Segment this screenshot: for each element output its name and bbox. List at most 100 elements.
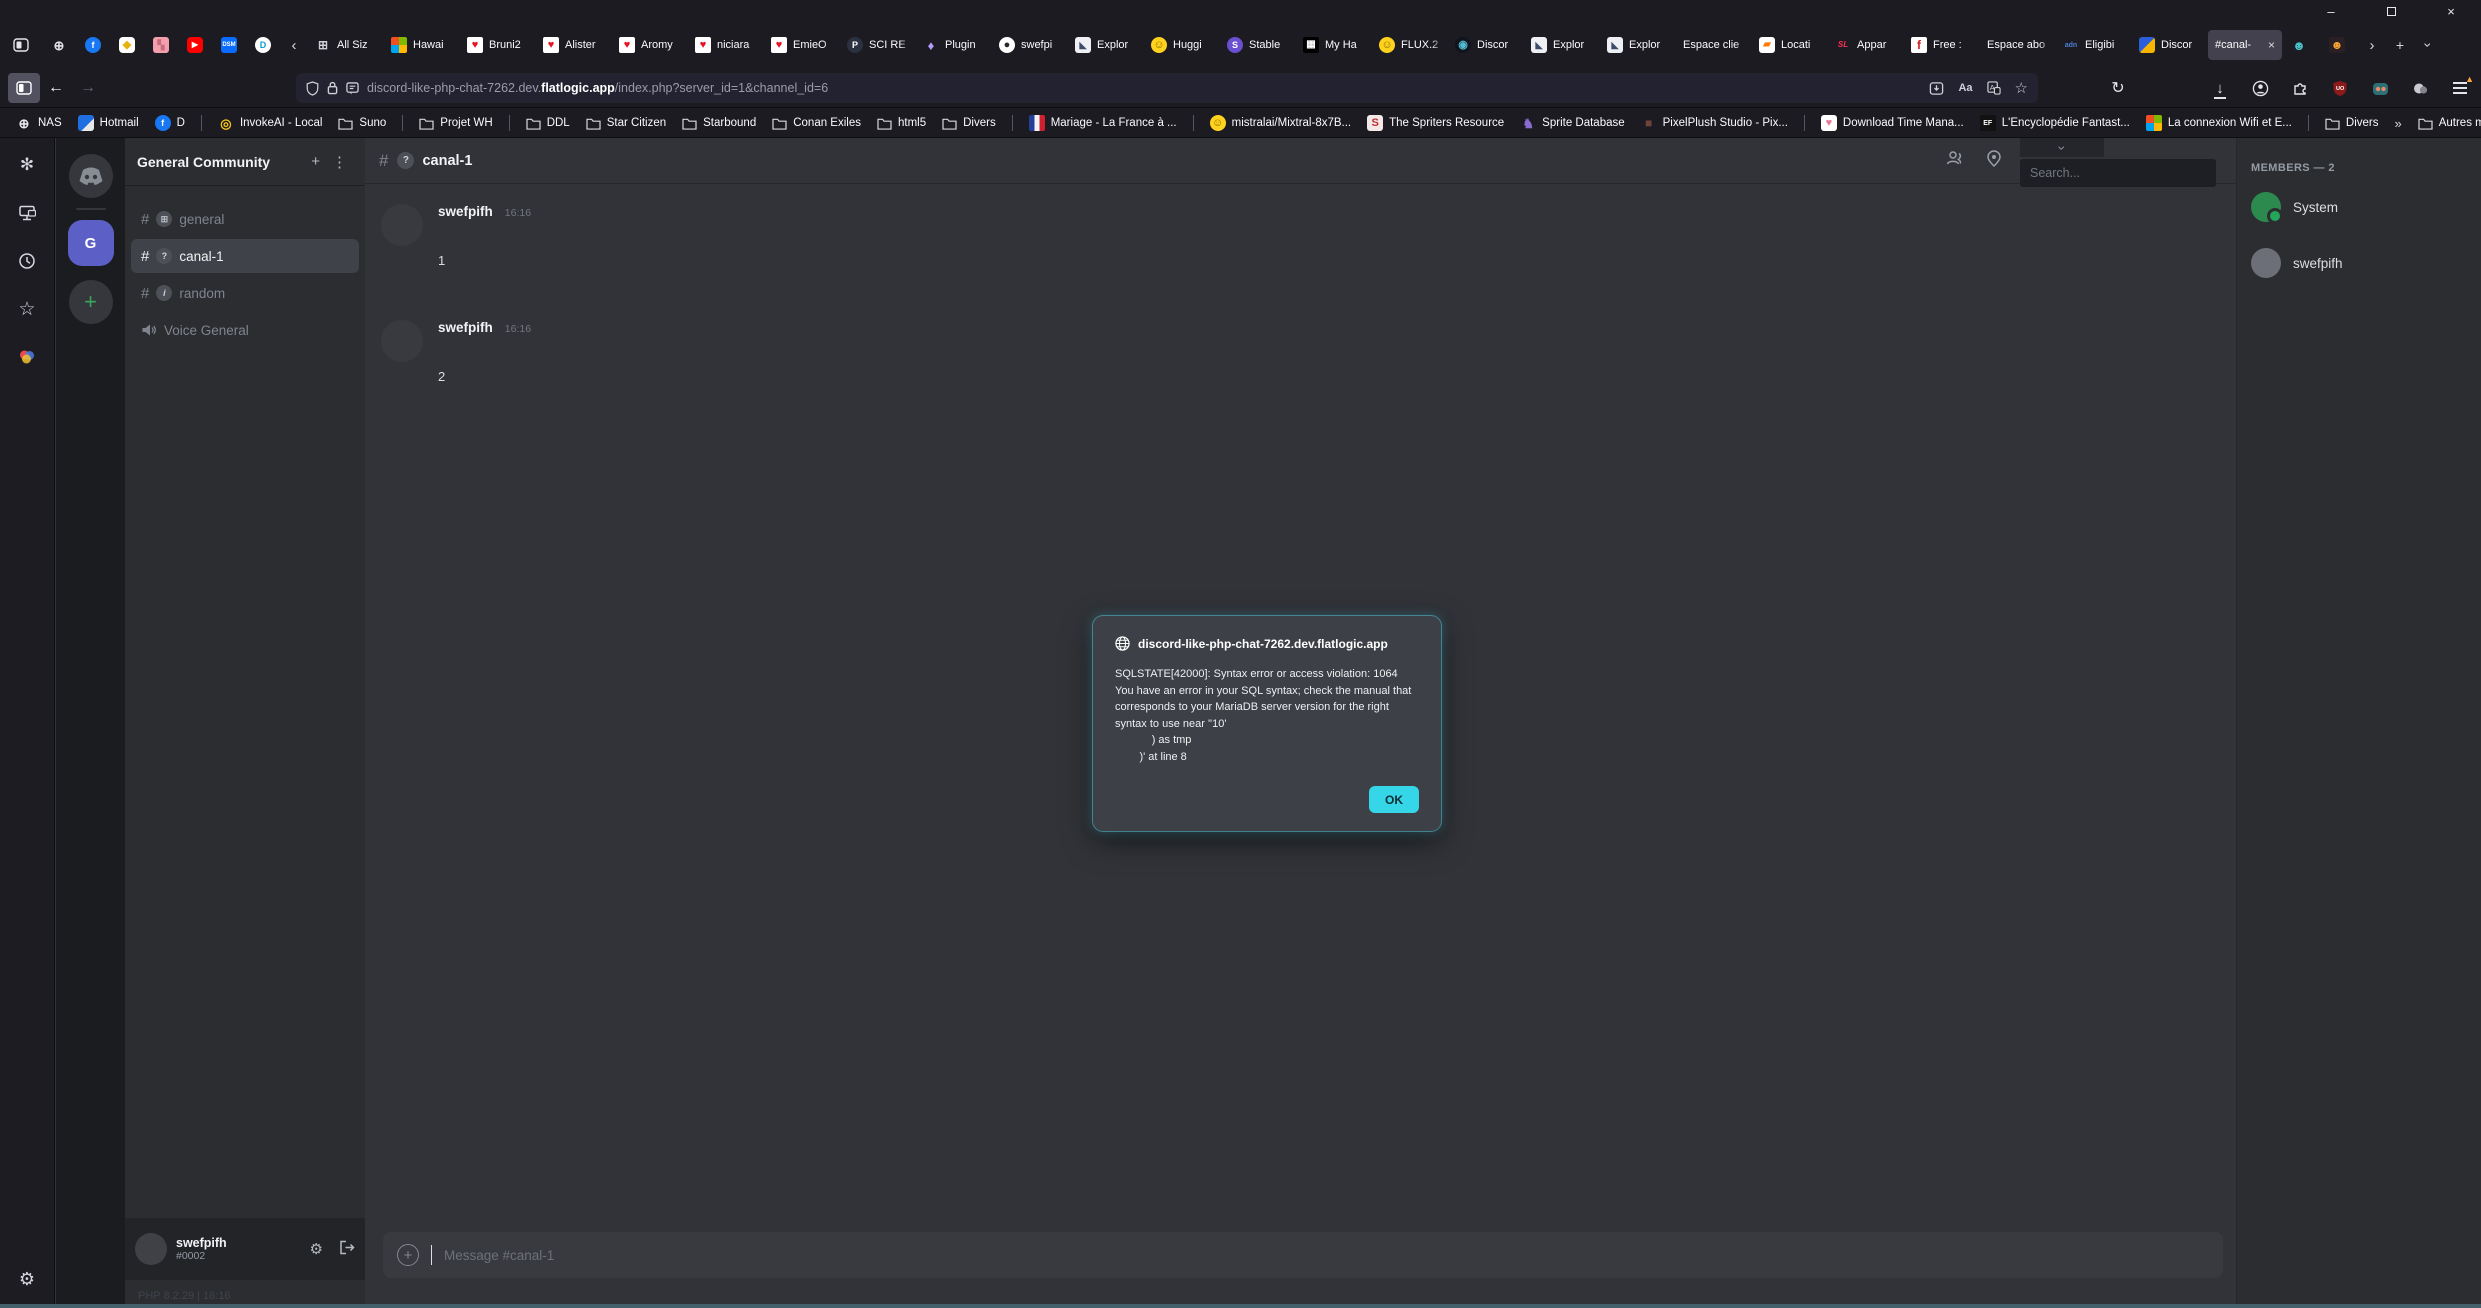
channel-item[interactable]: # ? canal-1 xyxy=(131,239,359,273)
bookmark-item[interactable]: Conan Exiles xyxy=(766,114,867,133)
attach-plus-icon[interactable]: + xyxy=(397,1244,419,1266)
members-toggle-icon[interactable] xyxy=(1945,150,1965,167)
bookmark-item[interactable]: ◎ InvokeAI - Local xyxy=(212,112,328,134)
pinned-tab[interactable]: ⊕ xyxy=(42,30,76,60)
member-row[interactable]: swefpifh xyxy=(2251,248,2467,278)
settings-gear-icon[interactable]: ⚙ xyxy=(310,1240,323,1258)
app-menu-button[interactable]: ▲ xyxy=(2445,73,2475,103)
sidebar-settings-gear-icon[interactable]: ⚙ xyxy=(14,1266,40,1292)
bookmark-item[interactable]: Starbound xyxy=(676,114,762,133)
browser-tab[interactable]: ▦ My Ha × xyxy=(1296,30,1370,60)
bookmark-item[interactable]: ⊕ NAS xyxy=(10,112,68,134)
browser-tab[interactable]: ● swefpi × xyxy=(992,30,1066,60)
ok-button[interactable]: OK xyxy=(1369,786,1419,813)
reload-button[interactable]: ↻ xyxy=(2103,73,2133,103)
bookmark-item[interactable] xyxy=(503,115,516,131)
tab-close-icon[interactable]: × xyxy=(2268,38,2275,52)
browser-tab[interactable]: ◣ Explor × xyxy=(1068,30,1142,60)
menu-item[interactable] xyxy=(116,9,132,13)
menu-item[interactable] xyxy=(44,9,60,13)
bookmark-item[interactable] xyxy=(396,115,409,131)
discord-home-button[interactable] xyxy=(69,154,113,198)
account-button[interactable] xyxy=(2245,73,2275,103)
browser-tab[interactable]: S Stable × xyxy=(1220,30,1294,60)
browser-tab[interactable]: ⊞ All Siz × xyxy=(308,30,382,60)
server-icon-general-community[interactable]: G xyxy=(68,220,114,266)
translate-page-icon[interactable]: A xyxy=(1987,81,2001,95)
translate-icon[interactable]: Aa xyxy=(1958,82,1972,94)
server-header[interactable]: General Community + ⋮ xyxy=(125,138,365,186)
pinned-tab[interactable]: ▶ xyxy=(178,30,212,60)
pinned-tab[interactable]: DSM xyxy=(212,30,246,60)
browser-tab[interactable]: Espace abo × xyxy=(1980,30,2054,60)
pinned-tab[interactable]: D xyxy=(246,30,280,60)
browser-tab[interactable]: P SCI RE × xyxy=(840,30,914,60)
add-server-button[interactable]: + xyxy=(69,280,113,324)
bookmark-item[interactable] xyxy=(195,115,208,131)
browser-tab[interactable]: ☺ FLUX.2 × xyxy=(1372,30,1446,60)
channel-item[interactable]: # i random xyxy=(131,276,359,310)
minimize-button[interactable]: – xyxy=(2301,0,2361,22)
bookmark-star-icon[interactable]: ☆ xyxy=(2015,79,2028,97)
new-tab-button[interactable]: + xyxy=(2386,31,2414,59)
bookmark-item[interactable]: Divers xyxy=(936,114,1002,133)
bookmark-item[interactable]: f D xyxy=(149,112,191,134)
message-input[interactable]: + Message #canal-1 xyxy=(383,1232,2223,1278)
circles-extension-icon[interactable] xyxy=(2405,73,2435,103)
url-bar[interactable]: discord-like-php-chat-7262.dev.flatlogic… xyxy=(296,73,2038,103)
message-avatar[interactable] xyxy=(381,320,423,362)
pinned-tab[interactable]: f xyxy=(76,30,110,60)
list-tabs-button[interactable]: › xyxy=(2414,31,2442,59)
message-avatar[interactable] xyxy=(381,204,423,246)
downloads-button[interactable]: ↓ xyxy=(2205,73,2235,103)
scroll-tabs-right-button[interactable]: › xyxy=(2358,31,2386,59)
bookmark-item[interactable]: Star Citizen xyxy=(580,114,672,133)
pin-icon[interactable] xyxy=(1987,150,2001,167)
browser-tab[interactable]: adn Eligibi × xyxy=(2056,30,2130,60)
bookmark-item[interactable]: Autres marque-pages xyxy=(2412,114,2481,133)
channel-item[interactable]: # ⊞ general xyxy=(131,202,359,236)
bookmark-item[interactable] xyxy=(1006,115,1019,131)
add-channel-button[interactable]: + xyxy=(305,153,326,170)
close-window-button[interactable]: × xyxy=(2421,0,2481,22)
browser-tab[interactable]: ♥ Bruni2 × xyxy=(460,30,534,60)
browser-tab[interactable]: ♥ EmieO × xyxy=(764,30,838,60)
bookmark-item[interactable]: Mariage - La France à ... xyxy=(1023,112,1183,134)
member-row[interactable]: System xyxy=(2251,192,2467,222)
tabs-sync-icon[interactable] xyxy=(14,200,40,226)
history-icon[interactable] xyxy=(14,248,40,274)
bookmark-item[interactable]: ♥ Download Time Mana... xyxy=(1815,112,1970,134)
browser-tab[interactable]: Hawai × xyxy=(384,30,458,60)
firefox-view-button[interactable] xyxy=(4,30,38,60)
bookmark-item[interactable]: DDL xyxy=(520,114,576,133)
browser-tab[interactable]: Espace clie × xyxy=(1676,30,1750,60)
server-menu-button[interactable]: ⋮ xyxy=(326,153,353,171)
pinned-tab[interactable]: ◆ xyxy=(110,30,144,60)
browser-tab[interactable]: ▰ Locati × xyxy=(1752,30,1826,60)
bookmark-item[interactable]: EF L'Encyclopédie Fantast... xyxy=(1974,112,2136,134)
back-button[interactable]: ← xyxy=(40,73,72,103)
bookmark-item[interactable]: ■ PixelPlush Studio - Pix... xyxy=(1635,112,1794,134)
channel-item[interactable]: # Voice General xyxy=(131,313,359,347)
browser-tab[interactable]: SL Appar × xyxy=(1828,30,1902,60)
menu-item[interactable] xyxy=(26,9,42,13)
user-avatar[interactable] xyxy=(135,1233,167,1265)
browser-tab[interactable]: ♥ Aromy × xyxy=(612,30,686,60)
extensions-button[interactable] xyxy=(2285,73,2315,103)
pinned-tab[interactable]: ▚ xyxy=(144,30,178,60)
menu-item[interactable] xyxy=(62,9,78,13)
save-page-icon[interactable] xyxy=(1929,81,1944,96)
browser-tab[interactable]: ◣ Explor × xyxy=(1600,30,1674,60)
menu-item[interactable] xyxy=(80,9,96,13)
bookmark-item[interactable]: » xyxy=(2388,113,2407,134)
bookmark-item[interactable] xyxy=(2302,115,2315,131)
browser-tab[interactable]: #canal- × xyxy=(2208,30,2282,60)
lock-icon[interactable] xyxy=(327,81,338,95)
browser-tab[interactable]: ♦ Plugin × xyxy=(916,30,990,60)
bookmark-item[interactable]: S The Spriters Resource xyxy=(1361,112,1510,134)
bookmark-item[interactable]: Suno xyxy=(332,114,392,133)
browser-tab[interactable]: f Free : × xyxy=(1904,30,1978,60)
ai-chatbot-icon[interactable]: ✻ xyxy=(14,152,40,178)
bookmarks-star-icon[interactable]: ☆ xyxy=(14,296,40,322)
profile-colors-icon[interactable] xyxy=(14,344,40,370)
